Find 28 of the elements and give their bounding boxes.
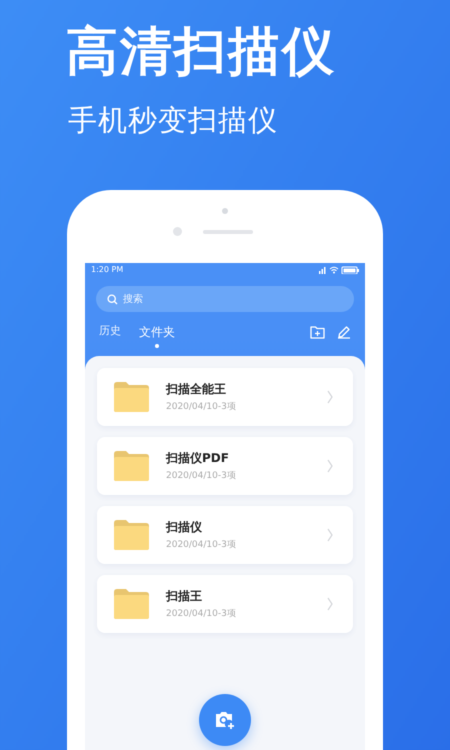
status-icons — [319, 266, 359, 274]
chevron-icon — [327, 459, 333, 473]
folder-name: 扫描王 — [166, 588, 203, 602]
search-icon — [107, 294, 118, 304]
chevron-icon — [327, 528, 333, 542]
folder-icon — [112, 519, 150, 551]
folder-meta: 2020/04/10-3项 — [166, 470, 237, 482]
folder-card[interactable]: 扫描全能王 2020/04/10-3项 — [97, 368, 353, 426]
folder-name: 扫描全能王 — [166, 382, 227, 396]
folder-icon — [112, 588, 150, 620]
chevron-icon — [327, 597, 333, 611]
new-folder-icon[interactable] — [310, 325, 325, 339]
folder-name: 扫描仪PDF — [166, 450, 230, 464]
folder-card[interactable]: 扫描仪PDF 2020/04/10-3项 — [97, 437, 353, 495]
folder-meta: 2020/04/10-3项 — [166, 540, 237, 550]
subheadline: 手机秒变扫描仪 — [68, 102, 279, 139]
folder-icon — [112, 381, 150, 413]
folder-card[interactable]: 扫描王 2020/04/10-3项 — [97, 575, 353, 633]
headline: 高清扫描仪 — [66, 21, 337, 84]
chevron-icon — [327, 390, 333, 404]
folder-meta: 2020/04/10-3项 — [166, 402, 237, 412]
folder-card[interactable]: 扫描仪 2020/04/10-3项 — [97, 506, 353, 564]
edit-icon[interactable] — [337, 325, 351, 339]
folder-meta: 2020/04/10-3项 — [166, 608, 237, 620]
camera-icon — [214, 710, 236, 730]
folder-name: 扫描仪 — [166, 520, 203, 534]
folder-icon — [112, 450, 150, 482]
status-time: 1:20 PM — [91, 264, 124, 276]
